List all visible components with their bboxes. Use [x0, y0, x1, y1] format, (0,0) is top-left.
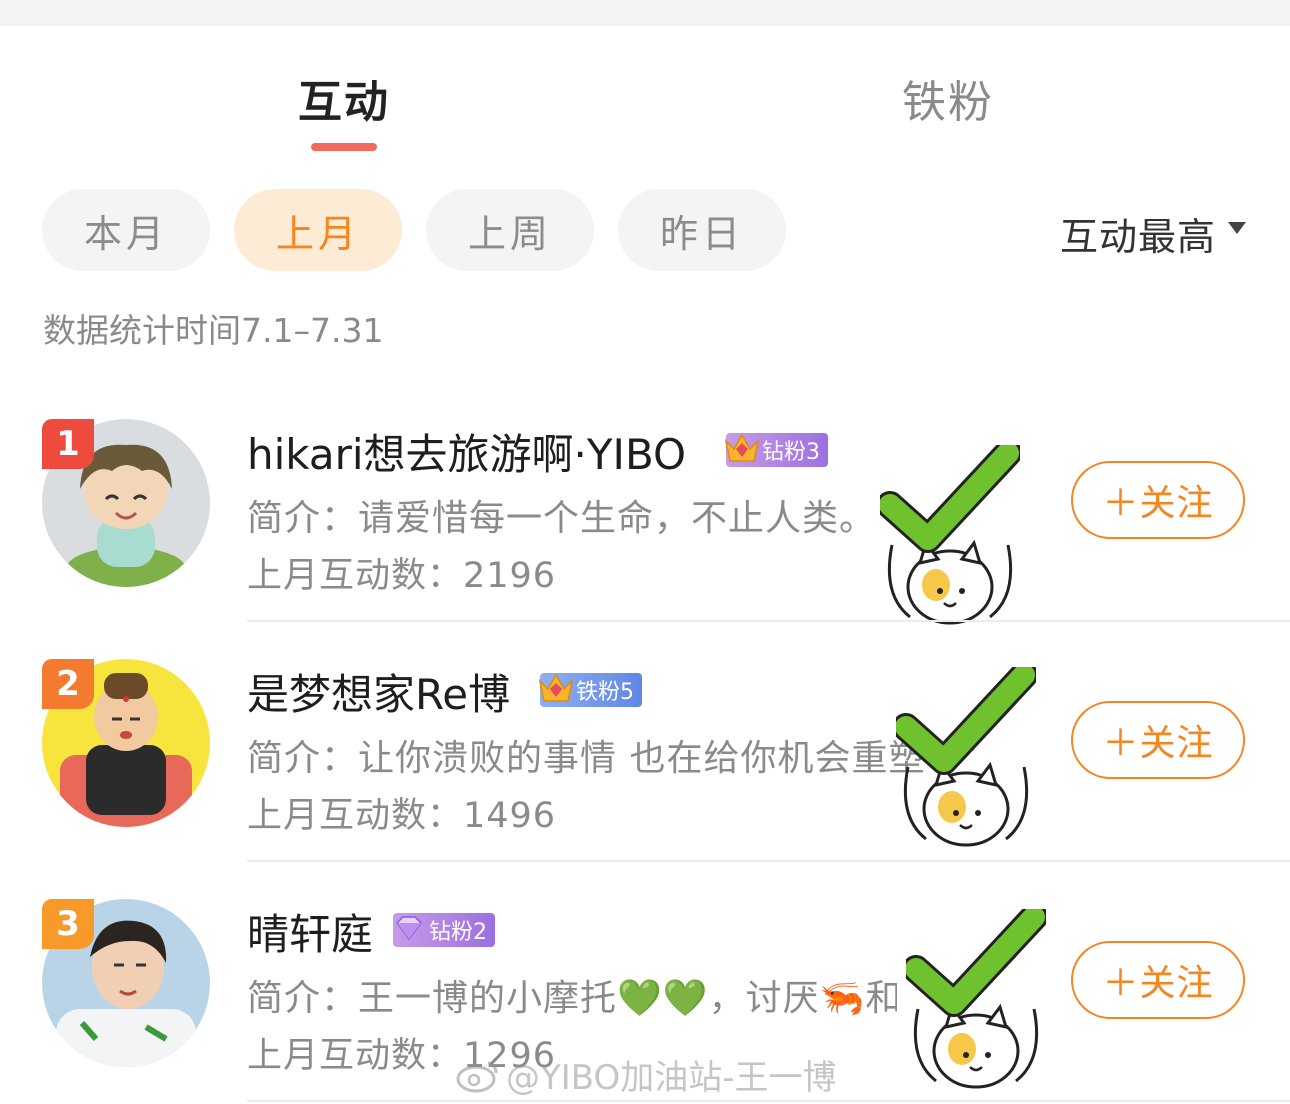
divider [247, 620, 1290, 622]
badge-label: 钻粉3 [762, 440, 820, 465]
follow-button[interactable]: ＋关注 [1071, 701, 1245, 779]
filter-last-month[interactable]: 上月 [234, 189, 402, 271]
fan-ranking-page: 互动 铁粉 本月 上月 上周 昨日 互动最高 数据统计时间7.1–7.31 1 … [0, 0, 1290, 1104]
follow-button[interactable]: ＋关注 [1071, 941, 1245, 1019]
user-intro: 简介：王一博的小摩托💚💚，讨厌🦐和🦎 [247, 978, 897, 1019]
caret-down-icon[interactable] [1228, 222, 1246, 234]
crown-icon [538, 673, 574, 702]
divider [247, 1100, 1290, 1102]
checkmark-cat-sticker [880, 445, 1020, 625]
status-strip [0, 0, 1290, 26]
badge-label: 钻粉2 [429, 920, 487, 945]
list-item[interactable]: 2 是梦想家Re博 铁粉5 简介：让你溃败的事情 也在给你机会重塑 上月互动数：… [0, 659, 1290, 899]
watermark: @YIBO加油站-王一博 [456, 1050, 837, 1099]
user-name[interactable]: hikari想去旅游啊·YIBO [247, 421, 686, 482]
fan-level-badge: 钻粉2 [393, 913, 495, 947]
checkmark-cat-sticker [906, 909, 1046, 1089]
user-name[interactable]: 晴轩庭 [247, 901, 373, 962]
interaction-count: 上月互动数：1496 [247, 796, 557, 836]
filter-this-month[interactable]: 本月 [42, 189, 210, 271]
interaction-count: 上月互动数：2196 [247, 556, 557, 596]
watermark-text: @YIBO加油站-王一博 [506, 1058, 837, 1098]
fan-level-badge: 钻粉3 [724, 433, 828, 467]
user-intro: 简介：请爱惜每一个生命，不止人类。 [247, 498, 877, 539]
rank-badge: 1 [42, 419, 94, 469]
fan-level-badge: 铁粉5 [538, 673, 642, 707]
user-name[interactable]: 是梦想家Re博 [247, 661, 510, 722]
tab-iron-fans[interactable]: 铁粉 [902, 66, 994, 130]
rank-badge: 2 [42, 659, 94, 709]
list-item[interactable]: 1 hikari想去旅游啊·YIBO 钻粉3 简介：请爱惜每一个生命，不止人类。… [0, 419, 1290, 659]
weibo-logo-icon [456, 1061, 498, 1092]
date-range-label: 数据统计时间7.1–7.31 [43, 311, 384, 350]
follow-button[interactable]: ＋关注 [1071, 461, 1245, 539]
diamond-icon [396, 916, 422, 941]
divider [247, 860, 1290, 862]
tab-interaction[interactable]: 互动 [298, 66, 390, 130]
active-tab-indicator [311, 143, 377, 151]
user-intro: 简介：让你溃败的事情 也在给你机会重塑 [247, 738, 926, 779]
crown-icon [724, 433, 760, 462]
badge-label: 铁粉5 [576, 680, 634, 705]
sort-dropdown[interactable]: 互动最高 [1060, 206, 1216, 261]
filter-yesterday[interactable]: 昨日 [618, 189, 786, 271]
checkmark-cat-sticker [896, 667, 1036, 847]
filter-last-week[interactable]: 上周 [426, 189, 594, 271]
rank-badge: 3 [42, 899, 94, 949]
